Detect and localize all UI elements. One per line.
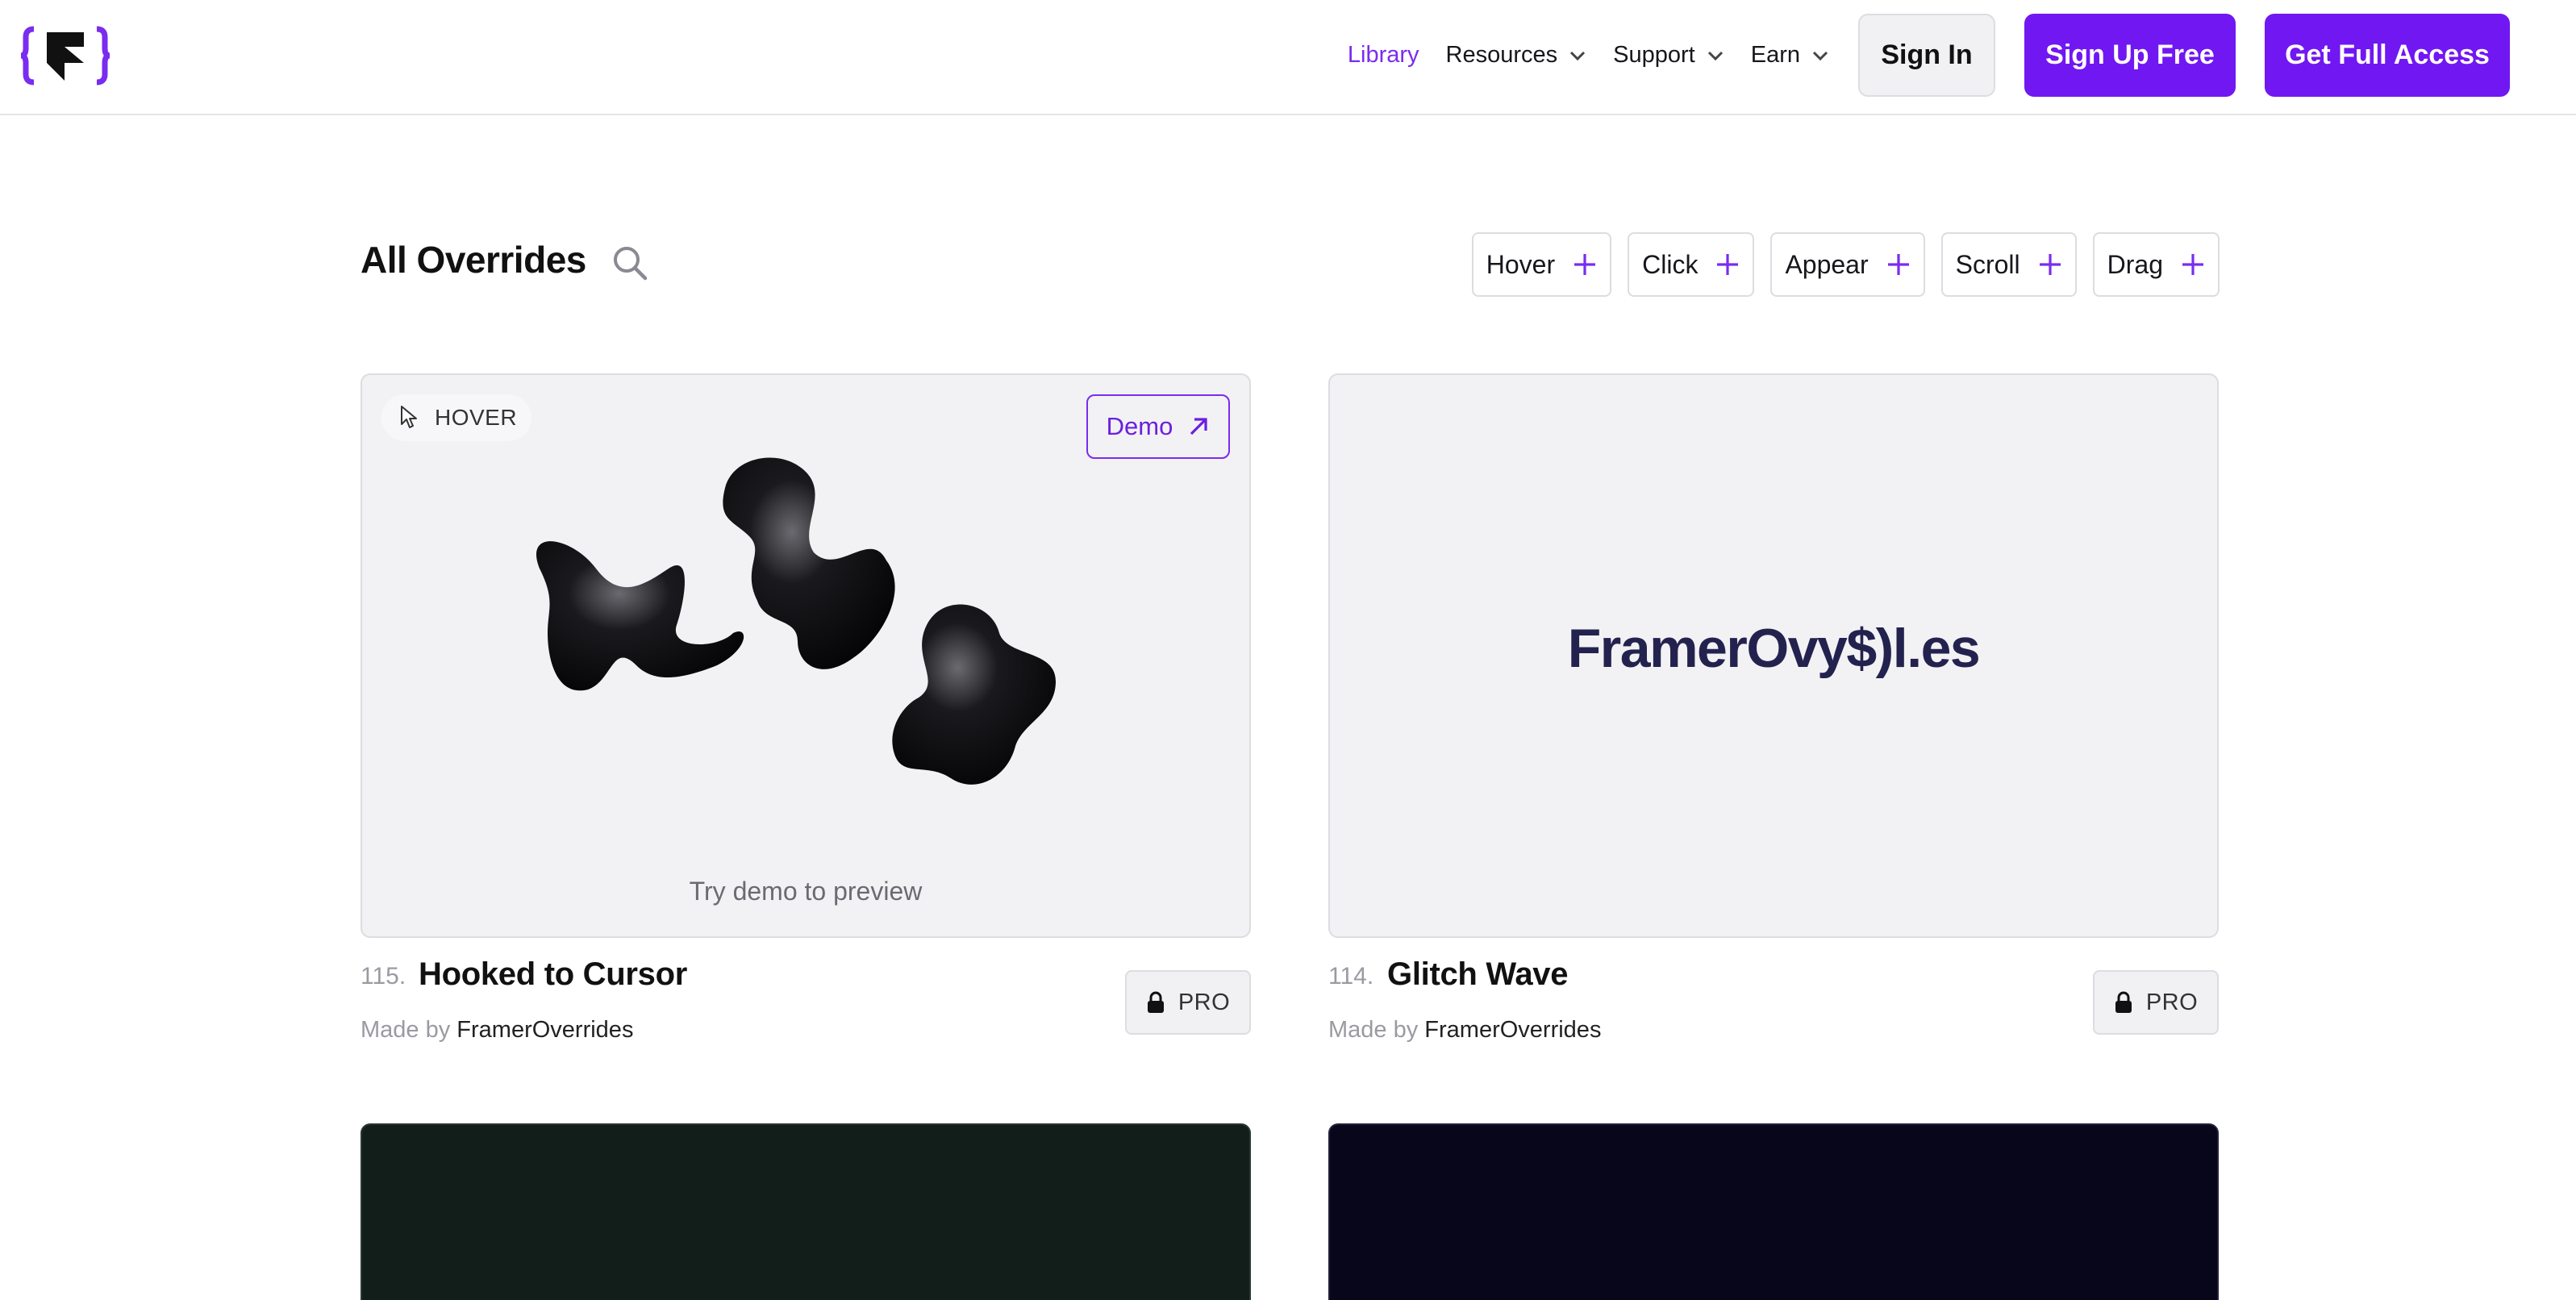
- main-nav: Library Resources Support Earn Sign In S…: [1348, 14, 2510, 97]
- card-number: 115.: [361, 963, 406, 990]
- pro-label: PRO: [1178, 989, 1231, 1015]
- filter-label: Hover: [1486, 249, 1556, 279]
- filter-drag[interactable]: Drag: [2092, 232, 2220, 297]
- nav-earn-label: Earn: [1750, 42, 1800, 68]
- search-icon[interactable]: [611, 244, 648, 281]
- filter-appear[interactable]: Appear: [1770, 232, 1925, 297]
- page-title: All Overrides: [361, 239, 586, 281]
- card-number: 114.: [1328, 963, 1374, 990]
- sign-in-button[interactable]: Sign In: [1858, 14, 1995, 97]
- framer-overrides-logo-icon[interactable]: [18, 26, 113, 85]
- card-title[interactable]: Hooked to Cursor: [419, 956, 687, 993]
- nav-support[interactable]: Support: [1613, 42, 1724, 69]
- category-tag: HOVER: [381, 394, 531, 441]
- author-link[interactable]: FramerOverrides: [1424, 1017, 1601, 1043]
- glitch-wave-preview-text: FramerOvy$)l.es: [1567, 618, 1981, 679]
- made-by: Made by FramerOverrides: [1328, 1017, 1601, 1044]
- filter-label: Appear: [1785, 249, 1869, 279]
- preview-hint: Try demo to preview: [689, 877, 923, 906]
- filter-click[interactable]: Click: [1628, 232, 1755, 297]
- filter-label: Scroll: [1955, 249, 2020, 279]
- nav-earn[interactable]: Earn: [1751, 42, 1829, 69]
- author-link[interactable]: FramerOverrides: [456, 1017, 633, 1043]
- pro-label: PRO: [2145, 989, 2199, 1015]
- chevron-down-icon: [1707, 51, 1723, 60]
- plus-icon: [1574, 254, 1596, 275]
- filter-scroll[interactable]: Scroll: [1940, 232, 2077, 297]
- override-card-preview[interactable]: [361, 1123, 1251, 1300]
- filter-hover[interactable]: Hover: [1471, 232, 1612, 297]
- made-by-label: Made by: [361, 1017, 451, 1043]
- nav-support-label: Support: [1613, 42, 1695, 68]
- top-navigation-bar: Library Resources Support Earn Sign In S…: [0, 0, 2576, 115]
- pro-badge-button[interactable]: PRO: [1125, 970, 1251, 1035]
- sign-up-free-button[interactable]: Sign Up Free: [2024, 14, 2236, 97]
- get-full-access-button[interactable]: Get Full Access: [2265, 14, 2510, 97]
- plus-icon: [1717, 254, 1739, 275]
- filter-chips: Hover Click Appear Scroll Drag: [1471, 232, 2220, 297]
- arrow-up-right-icon: [1190, 418, 1207, 435]
- chevron-down-icon: [1570, 51, 1586, 60]
- nav-resources[interactable]: Resources: [1446, 42, 1587, 69]
- plus-icon: [2182, 254, 2203, 275]
- override-card-preview[interactable]: HOVER Demo Try demo to preview: [361, 373, 1251, 938]
- 3d-shapes-illustration: [536, 457, 1056, 785]
- demo-button-label: Demo: [1106, 412, 1173, 440]
- override-card-preview[interactable]: FramerOvy$)l.es: [1328, 373, 2219, 938]
- plus-icon: [2039, 254, 2061, 275]
- nav-resources-label: Resources: [1445, 42, 1558, 68]
- filter-label: Drag: [2107, 249, 2163, 279]
- made-by: Made by FramerOverrides: [361, 1017, 633, 1044]
- plus-icon: [1887, 254, 1909, 275]
- chevron-down-icon: [1812, 51, 1828, 60]
- override-card-preview[interactable]: [1328, 1123, 2219, 1300]
- nav-library[interactable]: Library: [1348, 42, 1419, 69]
- card-title[interactable]: Glitch Wave: [1387, 956, 1568, 993]
- made-by-label: Made by: [1328, 1017, 1419, 1043]
- filter-label: Click: [1642, 249, 1699, 279]
- cursor-icon: [401, 406, 417, 428]
- pro-badge-button[interactable]: PRO: [2093, 970, 2219, 1035]
- lock-icon: [2115, 991, 2132, 1013]
- lock-icon: [1147, 991, 1164, 1013]
- category-tag-label: HOVER: [435, 405, 518, 430]
